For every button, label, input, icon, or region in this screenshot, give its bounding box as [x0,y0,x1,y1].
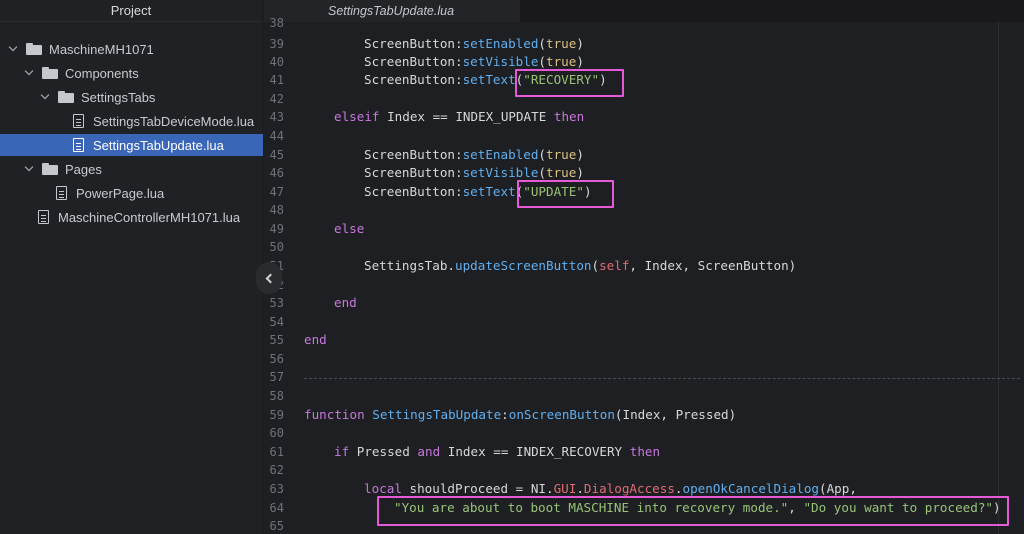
line-number: 62 [269,463,284,477]
tree-item-maschinecontrollermh1071[interactable]: MaschineControllerMH1071.lua [0,206,263,228]
folder-icon [26,43,42,55]
chevron-down-icon[interactable] [40,91,52,103]
tree-item-label: SettingsTabUpdate.lua [93,137,224,153]
tree-item-pages[interactable]: Pages [0,158,263,180]
line-number: 46 [269,166,284,180]
line-number: 53 [269,296,284,310]
line-number: 39 [269,37,284,51]
tree-item-label: MaschineMH1071 [49,41,154,57]
project-sidebar: Project MaschineMH1071 Components Settin… [0,0,263,534]
code-line-45: ScreenButton:setEnabled(true) [364,147,584,162]
line-number: 42 [269,92,284,106]
line-number: 47 [269,185,284,199]
line-number: 63 [269,482,284,496]
tree-item-label: Components [65,65,139,81]
highlight-box-dialog-strings [377,496,1009,526]
tree-item-settingstabdevicemode[interactable]: SettingsTabDeviceMode.lua [0,110,263,132]
tree-item-label: SettingsTabs [81,89,156,105]
collapse-sidebar-button[interactable] [256,262,282,294]
line-number: 65 [269,519,284,533]
folder-icon [42,67,58,79]
code-editor[interactable]: SettingsTabUpdate.lua 38 39 40 41 42 43 … [264,0,1024,534]
folder-icon [42,163,58,175]
line-number: 57 [269,370,284,384]
line-number: 44 [269,129,284,143]
line-number: 64 [269,501,284,515]
tree-item-label: Pages [65,161,102,177]
folder-icon [58,91,74,103]
code-separator [304,378,1020,379]
code-line-49: else [334,221,365,236]
code-line-59: function SettingsTabUpdate:onScreenButto… [304,407,737,422]
chevron-down-icon[interactable] [24,163,36,175]
code-line-51: SettingsTab.updateScreenButton(self, Ind… [364,258,797,273]
highlight-box-recovery [515,69,624,97]
line-number: 41 [269,73,284,87]
line-number: 40 [269,55,284,69]
tree-item-label: MaschineControllerMH1071.lua [58,209,241,225]
line-number: 43 [269,110,284,124]
chevron-down-icon[interactable] [8,43,20,55]
line-number: 61 [269,445,284,459]
line-number: 58 [269,389,284,403]
code-line-55: end [304,332,327,347]
tree-item-maschinemh1071[interactable]: MaschineMH1071 [0,38,263,60]
file-icon [56,186,67,200]
tree-item-settingstabs[interactable]: SettingsTabs [0,86,263,108]
line-number: 50 [269,240,284,254]
highlight-box-update [517,180,614,208]
sidebar-title: Project [0,0,262,22]
line-number: 56 [269,352,284,366]
file-icon [38,210,49,224]
line-number: 55 [269,333,284,347]
line-number: 48 [269,203,284,217]
code-line-43: elseif Index == INDEX_UPDATE then [334,109,585,124]
tree-item-label: SettingsTabDeviceMode.lua [93,113,255,129]
tree-item-label: PowerPage.lua [76,185,165,201]
tree-item-settingstabupdate[interactable]: SettingsTabUpdate.lua [0,134,263,156]
line-number: 49 [269,222,284,236]
code-line-39: ScreenButton:setEnabled(true) [364,36,584,51]
tree-item-components[interactable]: Components [0,62,263,84]
line-number: 60 [269,426,284,440]
chevron-down-icon[interactable] [24,67,36,79]
tree-item-powerpage[interactable]: PowerPage.lua [0,182,263,204]
line-number: 38 [269,16,284,30]
line-number: 59 [269,408,284,422]
chevron-left-icon [265,273,276,283]
line-number: 45 [269,148,284,162]
line-number: 54 [269,315,284,329]
code-line-53: end [334,295,357,310]
file-icon [73,114,84,128]
code-area[interactable]: 38 39 40 41 42 43 44 45 46 47 48 49 50 5… [264,16,1024,534]
file-icon [73,138,84,152]
code-line-61: if Pressed and Index == INDEX_RECOVERY t… [334,444,661,459]
